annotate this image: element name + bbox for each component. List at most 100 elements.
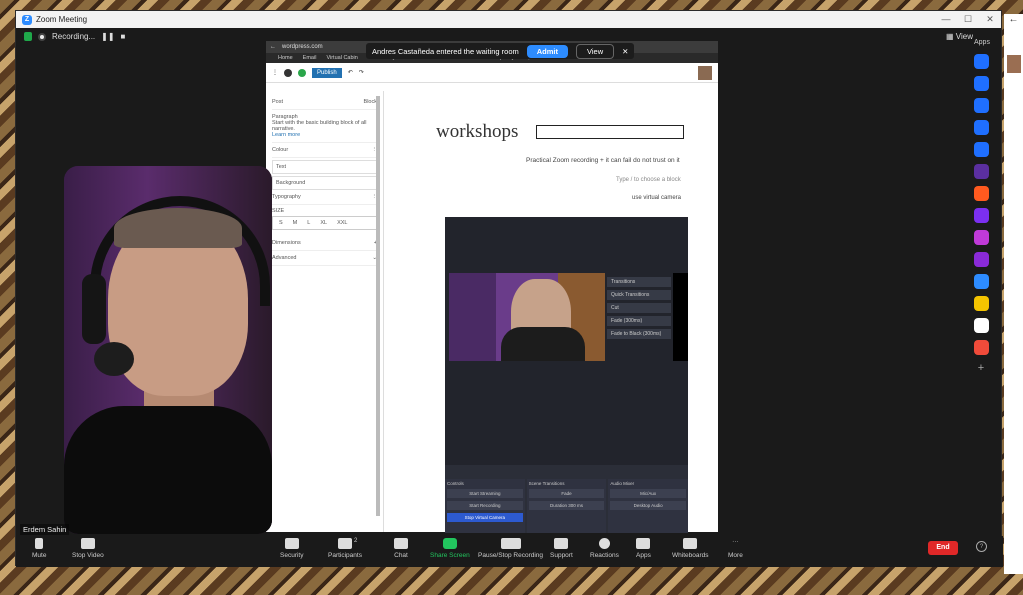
maximize-button[interactable]: ☐ [957,14,979,25]
close-icon[interactable]: ✕ [622,47,628,56]
dock-title: Audio Mixer [610,481,635,486]
block-placeholder[interactable]: Type / to choose a block [616,177,681,183]
icebreaker-app-icon[interactable] [973,252,989,267]
music-app-icon[interactable] [973,76,989,91]
back-arrow-icon[interactable]: ← [1004,14,1023,25]
support-button[interactable]: Support [550,538,573,559]
text-color-option[interactable]: Text [272,160,377,174]
background-color-option[interactable]: Background [272,176,377,190]
quiz-app-icon[interactable] [973,274,989,289]
whiteboard-icon [683,538,698,549]
apps-button-label: Apps [636,552,651,559]
security-button[interactable]: Security [280,538,303,559]
bookmark-item[interactable]: Virtual Cabin [326,55,357,61]
emoji-app-icon[interactable] [973,296,989,311]
camera-app-icon[interactable] [973,54,989,69]
pause-stop-recording-button[interactable]: Pause/Stop Recording [478,538,543,559]
panel-item: Quick Transitions [607,290,671,300]
sounds-app-icon[interactable] [973,164,989,179]
help-icon[interactable]: ? [976,541,987,552]
end-button[interactable]: End [928,541,958,555]
apps-button[interactable]: Apps [636,538,651,559]
text-label: Text [276,164,287,170]
admit-button[interactable]: Admit [526,44,569,58]
more-button[interactable]: ··· More [728,538,743,559]
chat-button[interactable]: Chat [394,538,408,559]
microphone [94,342,134,376]
sidebar-scrollbar[interactable] [376,96,380,516]
controls-dock: Controls Start Streaming Start Recording… [445,479,525,533]
mute-button[interactable]: Mute [32,538,46,559]
close-button[interactable]: ✕ [979,14,1001,25]
pause-icon[interactable]: ❚❚ [101,32,114,41]
undo-icon[interactable]: ↶ [348,69,353,76]
avatar[interactable] [698,65,712,80]
send-app-icon[interactable] [973,142,989,157]
wordle-app-icon[interactable] [973,208,989,223]
side-window-strip: ← [1004,14,1023,574]
settings-sidebar: Post Block Paragraph Start with the basi… [266,91,384,532]
mute-label: Mute [32,552,47,559]
tab-block[interactable]: Block [364,99,377,105]
minimize-button[interactable]: — [935,14,957,25]
meeting-toolbar: Mute Stop Video Security Participants 2 … [16,536,1003,567]
add-app-icon[interactable]: + [978,362,984,374]
more-options-icon[interactable]: ⋮ [272,69,278,76]
reactions-label: Reactions [590,552,619,559]
reactions-button[interactable]: Reactions [590,538,619,559]
start-streaming-button: Start Streaming [447,489,523,498]
self-video[interactable] [64,166,272,534]
stop-icon[interactable]: ■ [121,32,126,41]
paragraph-block[interactable]: Practical Zoom recording + it can fail d… [526,157,680,164]
grid-app-icon[interactable] [973,340,989,355]
status-icon[interactable] [298,68,306,77]
tab-post[interactable]: Post [272,99,283,105]
stop-video-label: Stop Video [72,552,104,559]
hair [114,208,242,248]
size-xl[interactable]: XL [320,220,327,226]
share-screen-button[interactable]: Share Screen [430,538,470,559]
size-s[interactable]: S [279,220,283,226]
slides-app-icon[interactable] [973,186,989,201]
back-icon[interactable]: ← [270,44,276,50]
scene-transitions-dock: Scene Transitions Fade Duration 300 ms [526,479,607,533]
size-m[interactable]: M [293,220,298,226]
redo-icon[interactable]: ↷ [359,69,364,76]
size-l[interactable]: L [307,220,310,226]
learn-more-link[interactable]: Learn more [272,132,377,138]
chat-label: Chat [394,552,408,559]
survey-app-icon[interactable] [973,318,989,333]
stop-video-button[interactable]: Stop Video [72,538,104,559]
jetpack-icon[interactable] [284,68,292,77]
paragraph-block[interactable]: use virtual camera [632,195,681,201]
whiteboards-button[interactable]: Whiteboards [672,538,709,559]
address-bar[interactable]: wordpress.com [282,44,323,50]
mixer-channel: Mic/Aux [610,489,687,498]
bookmark-item[interactable]: Home [278,55,293,61]
dock-title: Controls [447,481,464,486]
whiteboards-label: Whiteboards [672,552,709,559]
record-icon [38,32,46,41]
wp-editor-toolbar: ⋮ Publish ↶ ↷ [266,63,718,83]
publish-button[interactable]: Publish [312,67,342,78]
mixer-channel: Desktop Audio [610,501,687,510]
game-app-icon[interactable] [973,230,989,245]
obs-docks: Controls Start Streaming Start Recording… [445,479,689,533]
user-app-icon[interactable] [973,120,989,135]
dimensions-label[interactable]: Dimensions [272,240,301,246]
size-xxl[interactable]: XXL [337,220,347,226]
camera-icon [80,538,95,549]
bookmark-item[interactable]: Email [303,55,317,61]
share-screen-label: Share Screen [430,552,470,559]
view-button[interactable]: ▦ View [946,32,973,41]
post-heading[interactable]: workshops [436,121,518,143]
recording-label: Recording... [52,32,96,41]
view-label: View [955,32,973,41]
shield-icon[interactable] [24,32,32,41]
stop-virtual-camera-button: Stop Virtual Camera [447,513,523,522]
block-toolbar[interactable] [536,125,684,139]
timer-app-icon[interactable] [973,98,989,113]
advanced-label[interactable]: Advanced [272,255,296,261]
profile-thumbnail[interactable] [1006,55,1021,73]
waiting-view-button[interactable]: View [576,43,615,59]
